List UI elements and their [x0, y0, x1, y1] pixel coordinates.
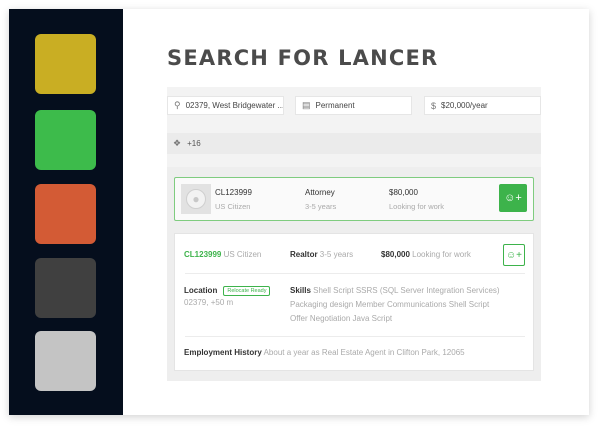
add-user-icon: ☺+	[505, 249, 523, 261]
job-type-value: Permanent	[315, 101, 355, 110]
candidate-status: Looking for work	[389, 202, 445, 211]
location-pin-icon: ⚲	[174, 100, 181, 110]
tags-count: +16	[187, 139, 201, 148]
candidate-salary: $80,000	[389, 188, 418, 197]
candidate-experience: 3-5 years	[305, 202, 337, 211]
skills-line-1: Shell Script SSRS (SQL Server Integratio…	[313, 286, 500, 295]
candidate-header-middle: Realtor 3-5 years	[290, 250, 353, 259]
candidate-salary: $80,000	[381, 250, 410, 259]
location-field[interactable]: ⚲ 02379, West Bridgewater ...	[167, 96, 284, 115]
avatar: ●	[181, 184, 211, 214]
job-type-field[interactable]: ▤ Permanent	[295, 96, 412, 115]
tag-icon: ❖	[173, 138, 182, 148]
app-window: SEARCH FOR LANCER ⚲ 02379, West Bridgewa…	[9, 9, 589, 415]
dollar-icon: $	[431, 100, 437, 111]
history-label: Employment History	[184, 348, 262, 357]
candidate-id-link[interactable]: CL123999	[184, 250, 221, 259]
document-icon: ▤	[302, 100, 311, 110]
location-value: 02379, +50 m	[184, 298, 234, 307]
candidate-header-right: $80,000 Looking for work	[381, 250, 471, 259]
employment-history: Employment History About a year as Real …	[184, 348, 465, 357]
divider	[185, 273, 525, 274]
search-panel: ⚲ 02379, West Bridgewater ... ▤ Permanen…	[167, 87, 541, 381]
salary-field[interactable]: $ $20,000/year	[424, 96, 541, 115]
relocate-badge: Relocate Ready	[223, 286, 271, 296]
yellow-swatch[interactable]	[35, 34, 96, 94]
skills-section: Skills Shell Script SSRS (SQL Server Int…	[290, 286, 500, 295]
candidate-citizenship: US Citizen	[223, 250, 262, 259]
history-value: About a year as Real Estate Agent in Cli…	[263, 348, 465, 357]
skills-line-3: Offer Negotiation Java Script	[290, 314, 393, 323]
tags-field[interactable]: ❖ +16	[167, 133, 541, 154]
candidate-header-left: CL123999 US Citizen	[184, 250, 261, 259]
candidate-role: Attorney	[305, 188, 335, 197]
candidate-role: Realtor	[290, 250, 318, 259]
sidebar	[9, 9, 123, 415]
candidate-status: Looking for work	[412, 250, 471, 259]
result-card-expanded[interactable]: CL123999 US Citizen Realtor 3-5 years $8…	[174, 233, 534, 371]
salary-value: $20,000/year	[441, 101, 488, 110]
main-content: SEARCH FOR LANCER ⚲ 02379, West Bridgewa…	[123, 9, 589, 415]
divider	[185, 336, 525, 337]
skills-label: Skills	[290, 286, 311, 295]
orange-swatch[interactable]	[35, 184, 96, 244]
candidate-citizenship: US Citizen	[215, 202, 251, 211]
location-section: Location Relocate Ready	[184, 286, 271, 296]
green-swatch[interactable]	[35, 110, 96, 170]
candidate-experience: 3-5 years	[319, 250, 354, 259]
results-list: ● CL123999 US Citizen Attorney 3-5 years…	[167, 167, 541, 381]
candidate-id: CL123999	[215, 188, 252, 197]
page-title: SEARCH FOR LANCER	[167, 46, 439, 70]
location-label: Location	[184, 286, 218, 296]
dark-grey-swatch[interactable]	[35, 258, 96, 318]
skills-line-2: Packaging design Member Communications S…	[290, 300, 490, 309]
add-candidate-button[interactable]: ☺+	[503, 244, 525, 266]
add-candidate-button[interactable]: ☺+	[499, 184, 527, 212]
add-user-icon: ☺+	[504, 192, 522, 204]
location-value: 02379, West Bridgewater ...	[185, 101, 284, 110]
light-grey-swatch[interactable]	[35, 331, 96, 391]
user-placeholder-icon: ●	[186, 189, 206, 209]
result-card-selected[interactable]: ● CL123999 US Citizen Attorney 3-5 years…	[174, 177, 534, 221]
